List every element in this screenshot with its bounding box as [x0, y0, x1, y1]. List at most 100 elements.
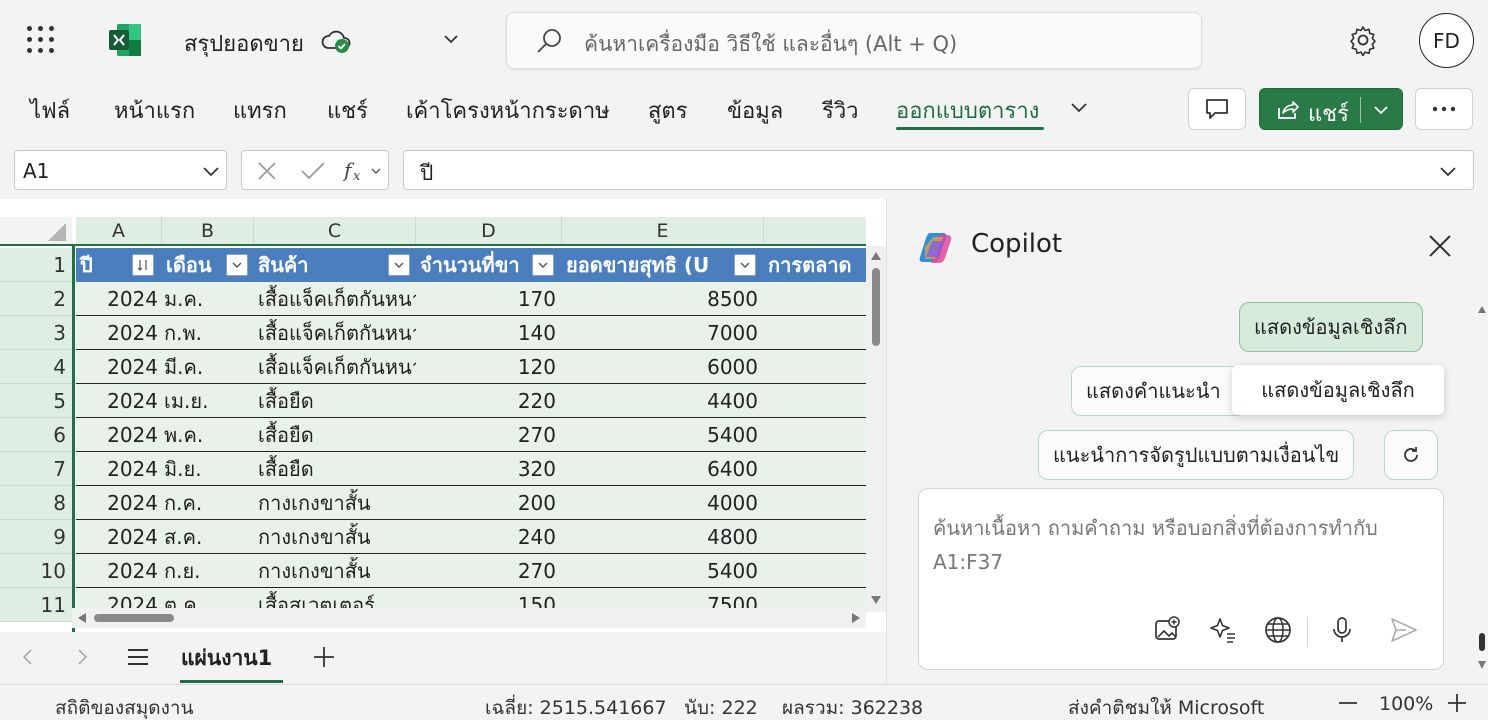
cell-product[interactable]: เสื้อยืด	[258, 452, 416, 486]
horizontal-scroll-thumb[interactable]	[94, 614, 174, 622]
cell-quantity[interactable]: 170	[416, 282, 556, 316]
formula-input[interactable]: ปี	[403, 150, 1474, 190]
cell-quantity[interactable]: 120	[416, 350, 556, 384]
row-header[interactable]: 11	[0, 588, 72, 622]
table-header-cell[interactable]: เดือน	[164, 248, 224, 282]
cell-month[interactable]: มิ.ย.	[164, 452, 254, 486]
chevron-left-icon[interactable]	[20, 646, 36, 668]
share-button[interactable]: แชร์	[1259, 88, 1403, 130]
zoom-out-icon[interactable]	[1337, 695, 1359, 711]
chevron-down-icon[interactable]	[1438, 161, 1458, 181]
row-header[interactable]: 1	[0, 248, 72, 282]
cell-product[interactable]: เสื้อแจ็คเก็ตกันหนาว	[258, 316, 416, 350]
row-header[interactable]: 5	[0, 384, 72, 418]
select-all-corner[interactable]	[0, 217, 72, 245]
scroll-left-icon[interactable]	[78, 613, 86, 623]
scroll-right-icon[interactable]	[852, 613, 860, 623]
tab-review[interactable]: รีวิว	[822, 93, 859, 128]
add-sheet-icon[interactable]	[311, 644, 337, 670]
cell-year[interactable]: 2024	[76, 350, 158, 384]
zoom-level[interactable]: 100%	[1379, 693, 1433, 715]
cell-quantity[interactable]: 220	[416, 384, 556, 418]
chevron-down-icon[interactable]	[440, 28, 462, 50]
table-header-cell[interactable]: ปี	[78, 248, 130, 282]
avatar[interactable]: FD	[1419, 13, 1474, 68]
scroll-down-icon[interactable]	[871, 596, 881, 604]
mic-icon[interactable]	[1327, 615, 1357, 645]
column-header-d[interactable]: D	[416, 217, 562, 245]
check-icon[interactable]	[300, 160, 326, 182]
row-header[interactable]: 10	[0, 554, 72, 588]
table-header-cell[interactable]: การตลาด	[766, 248, 866, 282]
tab-formulas[interactable]: สูตร	[648, 93, 688, 128]
cell-product[interactable]: เสื้อแจ็คเก็ตกันหนาว	[258, 282, 416, 316]
fx-icon[interactable]: f x	[342, 157, 384, 185]
column-header-a[interactable]: A	[76, 217, 162, 245]
filter-dropdown-button[interactable]	[388, 254, 410, 276]
cloud-saved-icon[interactable]	[320, 26, 354, 56]
column-header-e[interactable]: E	[562, 217, 764, 245]
cell-year[interactable]: 2024	[76, 418, 158, 452]
filter-dropdown-button[interactable]	[132, 254, 154, 276]
filter-dropdown-button[interactable]	[734, 254, 756, 276]
row-header[interactable]: 3	[0, 316, 72, 350]
cell-month[interactable]: ก.ย.	[164, 554, 254, 588]
waffle-icon[interactable]	[27, 26, 55, 54]
chevron-right-icon[interactable]	[74, 646, 90, 668]
document-title[interactable]: สรุปยอดขาย	[184, 26, 304, 61]
tab-page-layout[interactable]: เค้าโครงหน้ากระดาษ	[406, 93, 610, 128]
cell-quantity[interactable]: 240	[416, 520, 556, 554]
table-row[interactable]: 2024 ก.พ. เสื้อแจ็คเก็ตกันหนาว 140 7000	[76, 316, 866, 350]
close-icon[interactable]	[1427, 233, 1453, 259]
row-header[interactable]: 2	[0, 282, 72, 316]
cell-product[interactable]: เสื้อยืด	[258, 418, 416, 452]
cell-month[interactable]: ก.ค.	[164, 486, 254, 520]
gear-icon[interactable]	[1347, 24, 1379, 56]
cell-net-sales[interactable]: 8500	[562, 282, 758, 316]
suggestion-chip-recommendations[interactable]: แสดงคำแนะนำ	[1071, 366, 1247, 416]
cell-product[interactable]: กางเกงขาสั้น	[258, 520, 416, 554]
row-header[interactable]: 8	[0, 486, 72, 520]
cell-month[interactable]: เม.ย.	[164, 384, 254, 418]
table-row[interactable]: 2024 ก.ย. กางเกงขาสั้น 270 5400	[76, 554, 866, 588]
cell-product[interactable]: กางเกงขาสั้น	[258, 486, 416, 520]
row-header[interactable]: 4	[0, 350, 72, 384]
table-row[interactable]: 2024 ก.ค. กางเกงขาสั้น 200 4000	[76, 486, 866, 520]
tab-data[interactable]: ข้อมูล	[727, 93, 783, 128]
sparkle-icon[interactable]	[1208, 615, 1238, 645]
column-header-c[interactable]: C	[254, 217, 416, 245]
more-options-button[interactable]	[1415, 88, 1473, 130]
cell-quantity[interactable]: 270	[416, 554, 556, 588]
cell-quantity[interactable]: 270	[416, 418, 556, 452]
chevron-down-icon[interactable]	[1370, 99, 1392, 121]
zoom-in-icon[interactable]	[1446, 692, 1468, 714]
spreadsheet-grid[interactable]: A B C D E 1 2 3 4 5 6 7 8 9 10 11 ปี เดื…	[0, 199, 886, 632]
horizontal-scrollbar[interactable]	[72, 608, 866, 628]
workbook-statistics-button[interactable]: สถิติของสมุดงาน	[55, 693, 194, 720]
suggestion-chip-conditional-format[interactable]: แนะนำการจัดรูปแบบตามเงื่อนไข	[1038, 430, 1355, 480]
chevron-down-icon[interactable]	[1068, 96, 1090, 118]
row-header[interactable]: 7	[0, 452, 72, 486]
table-row[interactable]: 2024 ส.ค. กางเกงขาสั้น 240 4800	[76, 520, 866, 554]
cell-quantity[interactable]: 200	[416, 486, 556, 520]
cell-year[interactable]: 2024	[76, 316, 158, 350]
comment-button[interactable]	[1188, 88, 1246, 130]
cell-month[interactable]: มี.ค.	[164, 350, 254, 384]
cell-month[interactable]: ม.ค.	[164, 282, 254, 316]
table-row[interactable]: 2024 เม.ย. เสื้อยืด 220 4400	[76, 384, 866, 418]
cell-year[interactable]: 2024	[76, 486, 158, 520]
send-icon[interactable]	[1389, 615, 1419, 645]
tab-insert[interactable]: แทรก	[233, 93, 287, 128]
table-row[interactable]: 2024 มิ.ย. เสื้อยืด 320 6400	[76, 452, 866, 486]
copilot-prompt-box[interactable]: ค้นหาเนื้อหา ถามคำถาม หรือบอกสิ่งที่ต้อง…	[918, 488, 1444, 670]
scroll-up-icon[interactable]	[871, 252, 881, 260]
tab-share[interactable]: แชร์	[327, 93, 368, 128]
table-row[interactable]: 2024 ม.ค. เสื้อแจ็คเก็ตกันหนาว 170 8500	[76, 282, 866, 316]
cell-net-sales[interactable]: 5400	[562, 418, 758, 452]
cell-year[interactable]: 2024	[76, 554, 158, 588]
excel-logo-icon[interactable]	[107, 22, 143, 58]
close-icon[interactable]	[256, 160, 278, 182]
table-row[interactable]: 2024 มี.ค. เสื้อแจ็คเก็ตกันหนาว 120 6000	[76, 350, 866, 384]
cell-net-sales[interactable]: 6000	[562, 350, 758, 384]
column-header-b[interactable]: B	[162, 217, 254, 245]
